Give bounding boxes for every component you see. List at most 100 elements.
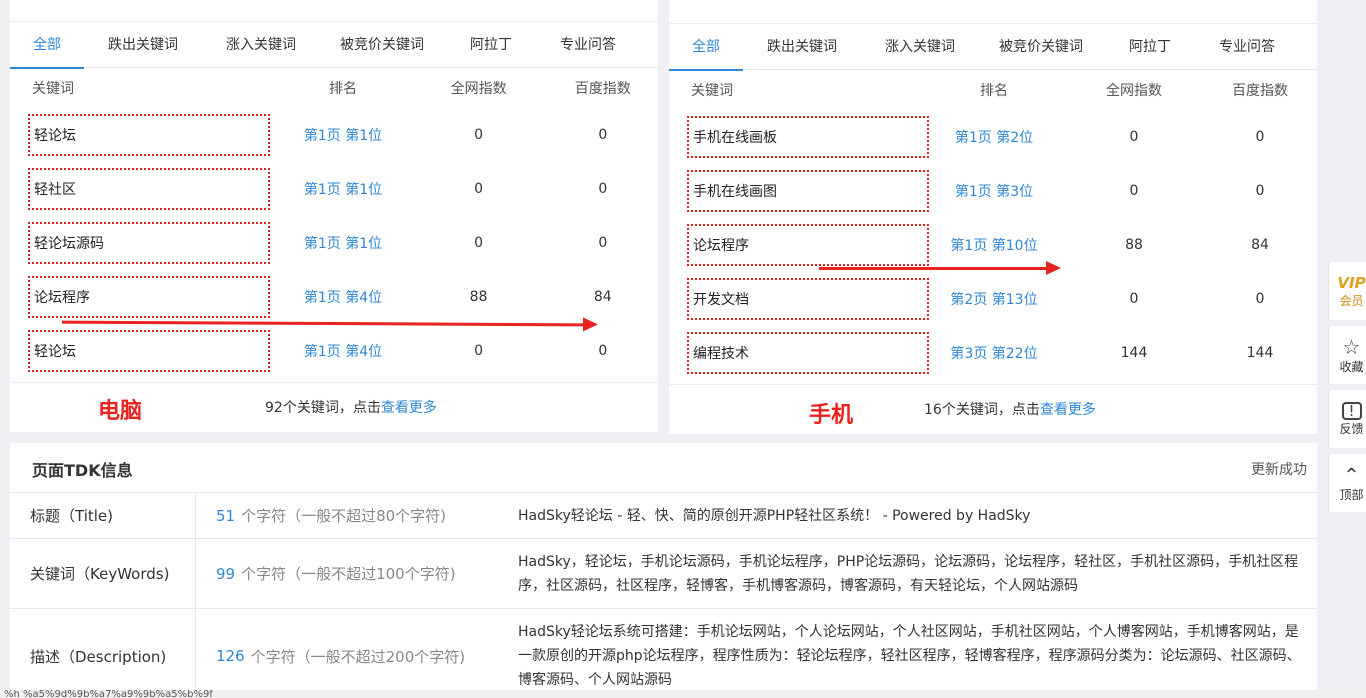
keyword-cell[interactable]: 轻社区 — [28, 168, 270, 210]
tab-aladdin[interactable]: 阿拉丁 — [1103, 24, 1197, 70]
side-toolbar: VIP 会员 ☆ 收藏 ! 反馈 ⌃ 顶部 — [1328, 262, 1366, 518]
rank-cell[interactable]: 第1页 第4位 — [276, 287, 409, 307]
all-index-cell: 0 — [474, 181, 484, 197]
table-row: 手机在线画图 第1页 第3位 0 0 — [669, 164, 1317, 218]
tab-bidded[interactable]: 被竞价关键词 — [979, 24, 1103, 70]
pc-annotation-label: 电脑 — [98, 399, 143, 424]
header-all-index: 全网指数 — [1106, 83, 1162, 99]
header-baidu-index: 百度指数 — [1232, 83, 1288, 99]
header-all-index: 全网指数 — [450, 81, 507, 97]
table-row: 开发文档 第2页 第13位 0 0 — [669, 272, 1317, 326]
tdk-label: 关键词（KeyWords) — [10, 539, 196, 608]
keyword-cell[interactable]: 编程技术 — [687, 332, 929, 374]
tab-dropped[interactable]: 跌出关键词 — [743, 24, 861, 70]
tdk-content: HadSky轻论坛系统可搭建：手机论坛网站，个人论坛网站，个人社区网站，手机社区… — [518, 624, 1301, 688]
table-row: 轻论坛源码 第1页 第1位 0 0 — [10, 216, 658, 270]
tdk-count: 126 个字符（一般不超过200个字符) — [216, 647, 466, 666]
baidu-index-cell: 0 — [598, 343, 608, 359]
baidu-index-cell: 84 — [593, 289, 612, 305]
table-row: 论坛程序 第1页 第4位 88 84 — [10, 270, 658, 324]
feedback-button[interactable]: ! 反馈 — [1328, 390, 1366, 448]
all-index-cell: 0 — [474, 235, 484, 251]
all-index-cell: 88 — [1125, 237, 1143, 253]
baidu-index-cell: 84 — [1251, 237, 1269, 253]
baidu-index-cell: 0 — [598, 181, 608, 197]
rank-cell[interactable]: 第3页 第22位 — [939, 343, 1049, 363]
card-top-strip — [669, 0, 1317, 24]
tdk-content: HadSky，轻论坛，手机论坛源码，手机论坛程序，PHP论坛源码，论坛源码，论坛… — [518, 553, 1299, 594]
pc-footer: 电脑 92个关键词，点击查看更多 — [10, 382, 658, 432]
pc-tabs: 全部 跌出关键词 涨入关键词 被竞价关键词 阿拉丁 专业问答 — [10, 22, 658, 69]
keyword-cell[interactable]: 手机在线画板 — [687, 116, 929, 158]
tab-bidded[interactable]: 被竞价关键词 — [320, 22, 444, 68]
rank-cell[interactable]: 第1页 第1位 — [276, 125, 409, 145]
tab-dropped[interactable]: 跌出关键词 — [84, 22, 202, 68]
table-row: 论坛程序 第1页 第10位 88 84 — [669, 218, 1317, 272]
tdk-label: 描述（Description) — [10, 609, 196, 698]
header-baidu-index: 百度指数 — [574, 81, 631, 97]
keyword-cell[interactable]: 开发文档 — [687, 278, 929, 320]
mobile-footer: 手机 16个关键词，点击查看更多 — [669, 384, 1317, 434]
rank-cell[interactable]: 第1页 第10位 — [939, 235, 1049, 255]
rank-cell[interactable]: 第2页 第13位 — [939, 289, 1049, 309]
all-index-cell: 0 — [474, 127, 484, 143]
keyword-cell[interactable]: 论坛程序 — [28, 276, 270, 318]
header-keyword: 关键词 — [691, 83, 733, 99]
all-index-cell: 0 — [1129, 291, 1139, 307]
arrow-up-icon: ⌃ — [1343, 462, 1360, 487]
footer-count: 92个关键词，点击查看更多 — [265, 400, 437, 416]
keyword-cell[interactable]: 轻论坛 — [28, 330, 270, 372]
keyword-cell[interactable]: 论坛程序 — [687, 224, 929, 266]
pc-rows: 轻论坛 第1页 第1位 0 0 轻社区 第1页 第1位 0 0 轻论坛源码 第1页 第1位 0 0… — [10, 108, 658, 378]
tab-aladdin[interactable]: 阿拉丁 — [444, 22, 538, 68]
update-status: 更新成功 — [1251, 462, 1307, 478]
keyword-cell[interactable]: 轻论坛 — [28, 114, 270, 156]
baidu-index-cell: 0 — [1255, 129, 1265, 145]
vip-icon: VIP — [1337, 273, 1366, 292]
tab-gained[interactable]: 涨入关键词 — [861, 24, 979, 70]
card-top-strip — [10, 0, 658, 22]
all-index-cell: 0 — [1129, 129, 1139, 145]
tdk-count: 99 个字符（一般不超过100个字符) — [216, 564, 456, 584]
baidu-index-cell: 0 — [598, 235, 608, 251]
table-row: 轻论坛 第1页 第1位 0 0 — [10, 108, 658, 162]
status-bar: %h %a5%9d%9b%a7%a9%9b%a5%b%9f — [0, 690, 1366, 698]
tab-qa[interactable]: 专业问答 — [538, 22, 638, 68]
rank-cell[interactable]: 第1页 第1位 — [276, 179, 409, 199]
tab-qa[interactable]: 专业问答 — [1197, 24, 1297, 70]
keyword-cell[interactable]: 轻论坛源码 — [28, 222, 270, 264]
baidu-index-cell: 0 — [1255, 291, 1265, 307]
tdk-row-keywords: 关键词（KeyWords) 99 个字符（一般不超过100个字符) HadSky，… — [10, 539, 1317, 609]
tdk-row-description: 描述（Description) 126 个字符（一般不超过200个字符) HadS… — [10, 609, 1317, 698]
view-more-link[interactable]: 查看更多 — [1040, 402, 1096, 418]
view-more-link[interactable]: 查看更多 — [381, 400, 437, 416]
all-index-cell: 0 — [474, 343, 484, 359]
header-keyword: 关键词 — [32, 81, 74, 97]
table-header: 关键词 排名 全网指数 百度指数 — [669, 70, 1317, 110]
baidu-index-cell: 0 — [1255, 183, 1265, 199]
mobile-keyword-card: 全部 跌出关键词 涨入关键词 被竞价关键词 阿拉丁 专业问答 关键词 排名 全网… — [669, 0, 1317, 434]
all-index-cell: 144 — [1120, 345, 1148, 361]
back-to-top-button[interactable]: ⌃ 顶部 — [1328, 454, 1366, 512]
rank-cell[interactable]: 第1页 第4位 — [276, 341, 409, 361]
baidu-index-cell: 0 — [598, 127, 608, 143]
baidu-index-cell: 144 — [1246, 345, 1274, 361]
favorite-button[interactable]: ☆ 收藏 — [1328, 326, 1366, 384]
tdk-header: 页面TDK信息 更新成功 — [10, 443, 1317, 493]
vip-button[interactable]: VIP 会员 — [1328, 262, 1366, 320]
footer-count: 16个关键词，点击查看更多 — [924, 402, 1096, 418]
tdk-panel: 页面TDK信息 更新成功 标题（Title) 51 个字符（一般不超过80个字符)… — [10, 443, 1317, 698]
table-row: 编程技术 第3页 第22位 144 144 — [669, 326, 1317, 380]
tab-all[interactable]: 全部 — [10, 22, 84, 69]
table-header: 关键词 排名 全网指数 百度指数 — [10, 68, 658, 108]
rank-cell[interactable]: 第1页 第2位 — [939, 127, 1049, 147]
header-rank: 排名 — [980, 83, 1008, 99]
feedback-icon: ! — [1341, 401, 1362, 420]
tab-all[interactable]: 全部 — [669, 24, 743, 71]
tab-gained[interactable]: 涨入关键词 — [202, 22, 320, 68]
rank-cell[interactable]: 第1页 第3位 — [939, 181, 1049, 201]
rank-cell[interactable]: 第1页 第1位 — [276, 233, 409, 253]
keyword-cell[interactable]: 手机在线画图 — [687, 170, 929, 212]
table-row: 轻社区 第1页 第1位 0 0 — [10, 162, 658, 216]
mobile-tabs: 全部 跌出关键词 涨入关键词 被竞价关键词 阿拉丁 专业问答 — [669, 24, 1317, 71]
